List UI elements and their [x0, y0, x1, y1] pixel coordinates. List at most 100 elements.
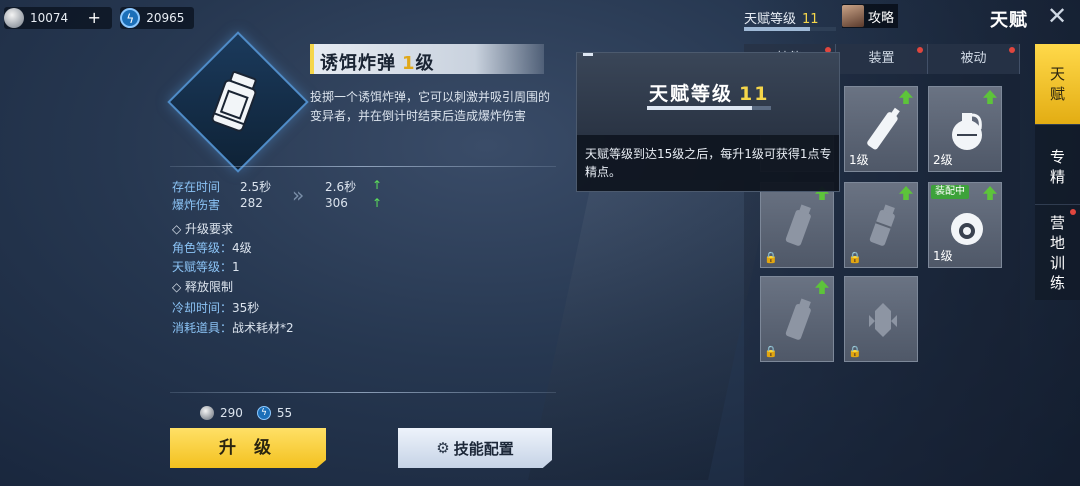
side-tab-talent[interactable]: 天赋 — [1035, 44, 1080, 124]
add-silver-button[interactable]: + — [86, 10, 102, 26]
skill-slot[interactable]: 🔒 — [844, 276, 918, 362]
lock-icon: 🔒 — [848, 345, 862, 358]
gear-icon: ⚙ — [436, 439, 450, 457]
energy-amount: 20965 — [146, 11, 185, 25]
tooltip-text: 天赋等级到达15级之后，每升1级可获得1点专精点。 — [585, 147, 832, 179]
release-value: 战术耗材*2 — [232, 321, 294, 335]
side-tab-specialty[interactable]: 专精 — [1035, 124, 1080, 204]
guide-button[interactable]: 攻略 — [842, 4, 898, 28]
lock-icon: 🔒 — [764, 345, 778, 358]
silver-counter: 10074 + — [4, 7, 113, 29]
grenade-icon — [952, 113, 982, 150]
canister-icon — [785, 298, 811, 340]
talent-level-display: 天赋等级 11 — [744, 8, 819, 27]
tooltip-level: 11 — [739, 83, 770, 105]
tooltip-corner-mark — [583, 53, 593, 56]
notification-dot — [1070, 209, 1076, 215]
emblem-icon — [869, 303, 897, 337]
tab-passive[interactable]: 被动 — [928, 44, 1020, 74]
background-figure — [528, 180, 772, 480]
silver-amount: 10074 — [30, 11, 69, 25]
release-key: 消耗道具： — [172, 321, 233, 335]
silver-coin-icon — [4, 8, 24, 28]
double-chevron-icon: » — [292, 183, 305, 207]
talent-level-number: 11 — [802, 12, 819, 27]
stat-current: 282 — [240, 196, 263, 210]
skill-name: 诱饵炸弹 — [320, 53, 396, 74]
skill-config-button[interactable]: ⚙ 技能配置 — [398, 428, 552, 468]
equipped-badge: 装配中 — [931, 185, 969, 199]
stat-next: 306 — [325, 196, 348, 210]
notification-dot — [1009, 47, 1015, 53]
tab-label: 被动 — [960, 51, 987, 66]
skill-slot[interactable]: 1级 — [844, 86, 918, 172]
side-tab-label: 天赋 — [1049, 65, 1065, 103]
upgrade-arrow-icon — [983, 90, 997, 104]
requirement-value: 1 — [232, 260, 240, 274]
molotov-icon — [867, 107, 900, 150]
canister-icon — [869, 204, 895, 246]
upgrade-cost: 290 ϟ 55 — [200, 406, 292, 420]
upgrade-arrow-icon — [899, 186, 913, 200]
skill-slot[interactable]: 2级 — [928, 86, 1002, 172]
upgrade-arrow-icon — [899, 90, 913, 104]
slot-level: 1级 — [933, 249, 953, 263]
skill-slot[interactable]: 🔒 — [760, 182, 834, 268]
avatar — [842, 5, 864, 27]
stat-current: 2.5秒 — [240, 180, 272, 194]
lock-icon: 🔒 — [848, 251, 862, 264]
skill-slot[interactable]: 🔒 — [760, 276, 834, 362]
talent-progress-bar — [744, 27, 836, 31]
talent-level-label: 天赋等级 — [744, 12, 797, 27]
lightning-icon: ϟ — [256, 406, 271, 420]
release-heading: ◇ 释放限制 — [172, 280, 234, 294]
close-icon[interactable]: ✕ — [1044, 4, 1070, 30]
notification-dot — [917, 47, 923, 53]
slot-level: 1级 — [849, 153, 869, 167]
skill-level-suffix: 级 — [415, 53, 435, 74]
stat-up-arrow-icon: ↑ — [372, 178, 383, 192]
tab-devices[interactable]: 装置 — [836, 44, 928, 74]
tooltip-title: 天赋等级 11 — [649, 79, 769, 106]
skill-title: 诱饵炸弹 1级 — [320, 49, 435, 75]
lightning-icon: ϟ — [120, 8, 141, 28]
stat-label: 存在时间 — [172, 180, 221, 194]
upgrade-button[interactable]: 升 级 — [170, 428, 326, 468]
requirement-key: 角色等级： — [172, 241, 233, 255]
divider — [170, 166, 556, 167]
skill-config-label: 技能配置 — [453, 439, 514, 458]
energy-counter: ϟ 20965 — [120, 7, 195, 29]
requirement-row: 天赋等级：1 — [172, 258, 240, 275]
cost-energy: 55 — [276, 406, 293, 420]
stat-label: 爆炸伤害 — [172, 198, 221, 212]
release-row: 冷却时间：35秒 — [172, 299, 259, 316]
upgrade-arrow-icon — [983, 186, 997, 200]
page-title: 天赋 — [990, 10, 1028, 31]
requirement-value: 4级 — [232, 241, 252, 255]
lock-icon: 🔒 — [764, 251, 778, 264]
tooltip-title-label: 天赋等级 — [649, 83, 734, 105]
requirement-key: 天赋等级： — [172, 260, 233, 274]
talent-tooltip: 天赋等级 11 天赋等级到达15级之后，每升1级可获得1点专精点。 — [576, 52, 840, 192]
divider — [170, 392, 556, 393]
skill-slot-equipped[interactable]: 装配中 1级 — [928, 182, 1002, 268]
cost-silver: 290 — [220, 406, 243, 420]
release-key: 冷却时间： — [172, 301, 233, 315]
resource-bar: 10074 + ϟ 20965 — [4, 6, 195, 30]
side-tab-label: 营地训练 — [1049, 214, 1065, 292]
guide-label: 攻略 — [868, 10, 895, 26]
skill-slot[interactable]: 🔒 — [844, 182, 918, 268]
tooltip-progress-bar — [647, 106, 771, 110]
silver-coin-icon — [200, 406, 214, 420]
requirement-row: 角色等级：4级 — [172, 239, 252, 256]
release-value: 35秒 — [232, 301, 260, 315]
side-tab-label: 专精 — [1049, 148, 1065, 186]
upgrade-arrow-icon — [815, 280, 829, 294]
skill-level: 1 — [402, 53, 416, 74]
side-tab-camp-training[interactable]: 营地训练 — [1035, 204, 1080, 300]
talent-progress-fill — [744, 27, 811, 31]
requirements-heading: ◇ 升级要求 — [172, 222, 234, 236]
release-row: 消耗道具：战术耗材*2 — [172, 319, 294, 336]
canister-icon — [785, 204, 811, 246]
mine-icon — [951, 213, 983, 245]
